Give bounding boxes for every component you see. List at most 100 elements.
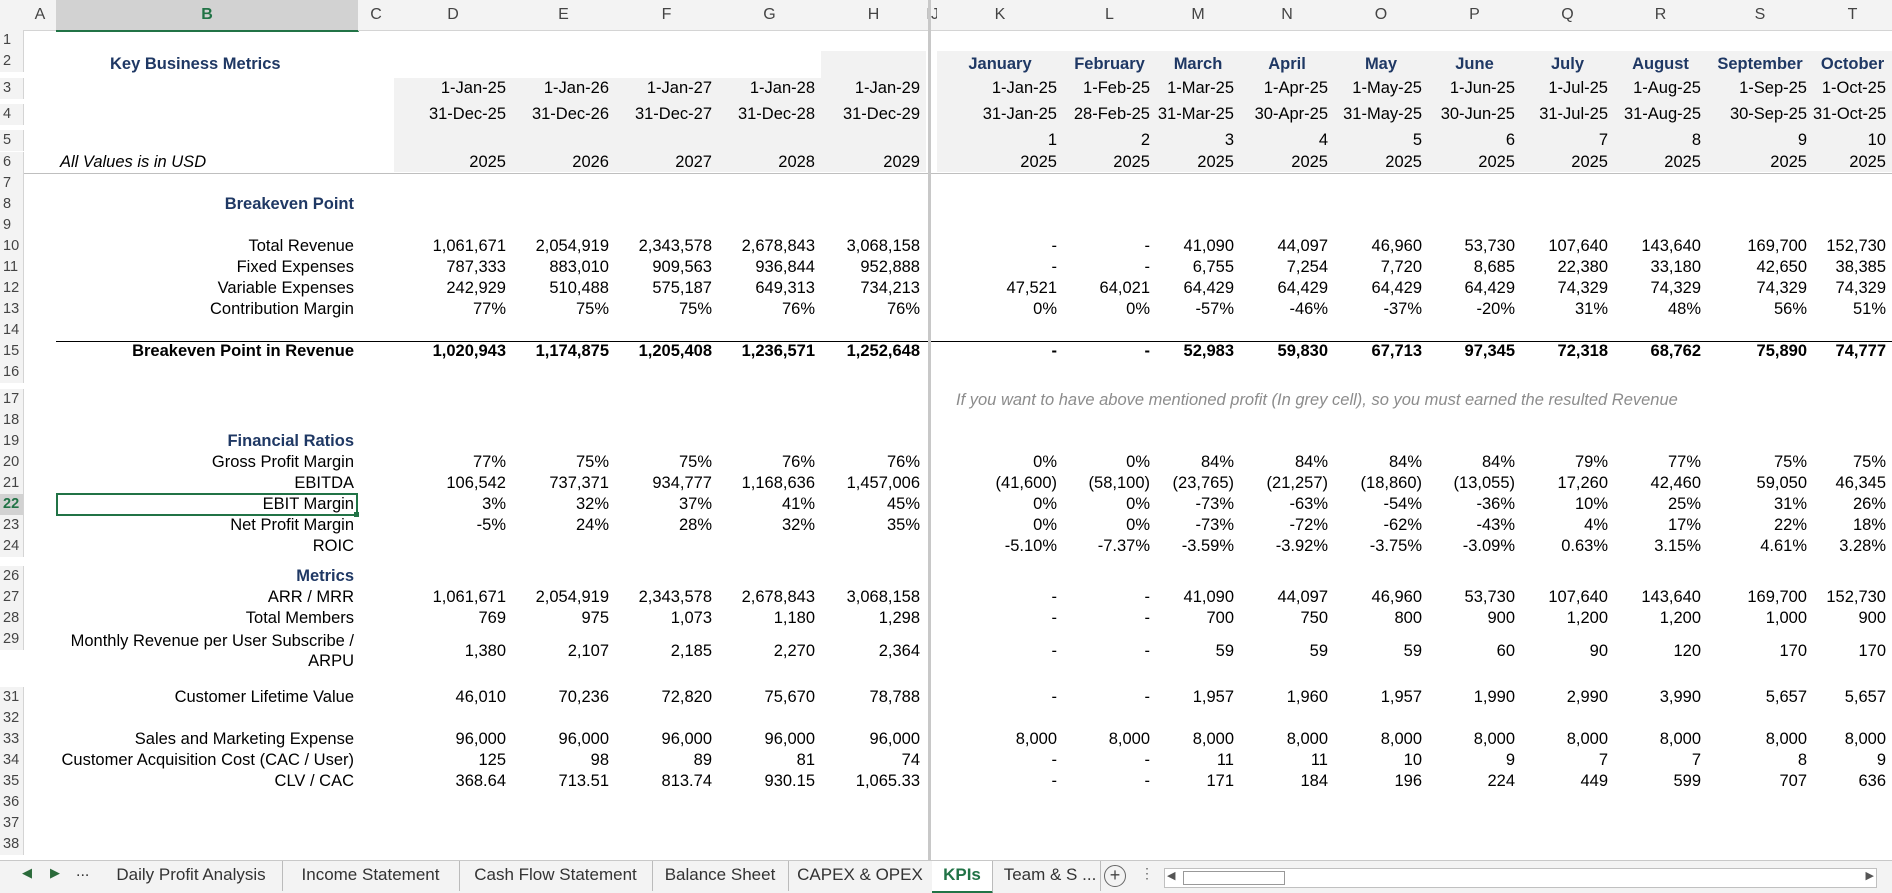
row-header-5[interactable]: 5: [0, 130, 24, 151]
year-value: 3,068,158: [846, 237, 920, 255]
month-value: (41,600): [995, 474, 1057, 492]
row-header-19[interactable]: 19: [0, 431, 24, 452]
spreadsheet[interactable]: ABCDEFGHIJKLMNOPQRST 1234567891011121314…: [0, 0, 1892, 893]
column-header-o[interactable]: O: [1334, 0, 1429, 31]
row-header-26[interactable]: 26: [0, 566, 24, 587]
row-header-10[interactable]: 10: [0, 236, 24, 257]
month-start-9: 1-Sep-25: [1739, 79, 1807, 97]
tab-scroll-right-icon[interactable]: ▶: [50, 865, 60, 881]
month-name-4: April: [1268, 55, 1306, 73]
column-header-k[interactable]: K: [937, 0, 1064, 31]
row-header-21[interactable]: 21: [0, 473, 24, 494]
month-value: -: [1051, 588, 1058, 606]
row-header-37[interactable]: 37: [0, 813, 24, 834]
row-header-29[interactable]: 29: [0, 629, 24, 650]
row-header-16[interactable]: 16: [0, 362, 24, 383]
column-header-t[interactable]: T: [1813, 0, 1892, 31]
row-header-33[interactable]: 33: [0, 729, 24, 750]
row-header-20[interactable]: 20: [0, 452, 24, 473]
row-header-38[interactable]: 38: [0, 834, 24, 855]
row-header-24[interactable]: 24: [0, 536, 24, 557]
add-sheet-button[interactable]: +: [1104, 865, 1126, 887]
row-header-6[interactable]: 6: [0, 152, 24, 173]
column-header-q[interactable]: Q: [1521, 0, 1615, 31]
row-header-9[interactable]: 9: [0, 215, 24, 236]
scroll-left-arrow-icon[interactable]: ◀: [1167, 869, 1175, 882]
row-header-32[interactable]: 32: [0, 708, 24, 729]
row-header-2[interactable]: 2: [0, 51, 24, 72]
sheet-tab-income-statement[interactable]: Income Statement: [282, 861, 460, 891]
row-header-7[interactable]: 7: [0, 173, 24, 194]
column-header-m[interactable]: M: [1156, 0, 1241, 31]
freeze-pane-divider[interactable]: [928, 0, 931, 860]
row-header-8[interactable]: 8: [0, 194, 24, 215]
column-header-p[interactable]: P: [1428, 0, 1522, 31]
sheet-tab-team-s[interactable]: Team & S ...: [1000, 861, 1101, 891]
month-index-3: 3: [1224, 131, 1234, 149]
horizontal-scrollbar[interactable]: ◀ ▶: [1164, 868, 1877, 888]
scrollbar-thumb[interactable]: [1183, 871, 1285, 885]
row-header-1[interactable]: 1: [0, 30, 24, 51]
month-value: 84%: [1294, 453, 1328, 471]
month-value: 0%: [1033, 300, 1057, 318]
row-header-11[interactable]: 11: [0, 257, 24, 278]
month-year-10: 2025: [1849, 153, 1886, 171]
scroll-right-arrow-icon[interactable]: ▶: [1866, 869, 1874, 882]
year-value: 32%: [575, 495, 609, 513]
column-header-l[interactable]: L: [1063, 0, 1157, 31]
sheet-tab-capex-opex[interactable]: CAPEX & OPEX: [788, 861, 933, 891]
column-header-e[interactable]: E: [512, 0, 616, 31]
row-header-4[interactable]: 4: [0, 104, 24, 125]
row-header-22[interactable]: 22: [0, 494, 24, 515]
month-value: 120: [1673, 642, 1701, 660]
selected-cell-b22[interactable]: [56, 493, 358, 516]
column-header-s[interactable]: S: [1707, 0, 1814, 31]
row-header-14[interactable]: 14: [0, 320, 24, 341]
column-header-d[interactable]: D: [394, 0, 513, 31]
row-header-36[interactable]: 36: [0, 792, 24, 813]
sheet-tab-daily-profit-analysis[interactable]: Daily Profit Analysis: [100, 861, 283, 891]
row-header-12[interactable]: 12: [0, 278, 24, 299]
tab-scroll-left-icon[interactable]: ◀: [22, 865, 32, 881]
column-header-h[interactable]: H: [821, 0, 927, 31]
row-header-23[interactable]: 23: [0, 515, 24, 536]
row-header-34[interactable]: 34: [0, 750, 24, 771]
sheet-tab-cash-flow-statement[interactable]: Cash Flow Statement: [459, 861, 653, 891]
month-start-8: 1-Aug-25: [1633, 79, 1701, 97]
column-header-f[interactable]: F: [615, 0, 719, 31]
month-value: 75%: [1773, 453, 1807, 471]
column-header-b[interactable]: B: [56, 0, 359, 32]
month-value: -36%: [1476, 495, 1515, 513]
column-header-a[interactable]: A: [24, 0, 57, 31]
column-header-c[interactable]: C: [358, 0, 395, 31]
month-value: 8,000: [1473, 730, 1515, 748]
month-index-4: 4: [1318, 131, 1328, 149]
sheet-tab-kpis[interactable]: KPIs: [932, 861, 993, 893]
year-value: 1,073: [670, 609, 712, 627]
sheet-tab-balance-sheet[interactable]: Balance Sheet: [652, 861, 789, 891]
row-header-15[interactable]: 15: [0, 341, 24, 362]
column-header-g[interactable]: G: [718, 0, 822, 31]
tab-splitter-icon[interactable]: ⋮: [1140, 865, 1154, 882]
row-header-17[interactable]: 17: [0, 389, 24, 410]
row-header-13[interactable]: 13: [0, 299, 24, 320]
year-value: 81: [796, 751, 815, 769]
row-header-3[interactable]: 3: [0, 78, 24, 99]
month-index-1: 1: [1047, 131, 1057, 149]
fill-handle[interactable]: [354, 512, 359, 517]
column-header-n[interactable]: N: [1240, 0, 1335, 31]
month-year-2: 2025: [1113, 153, 1150, 171]
row-header-28[interactable]: 28: [0, 608, 24, 629]
more-tabs-ellipsis[interactable]: ...: [76, 863, 89, 881]
select-all-corner[interactable]: [0, 0, 25, 31]
month-value: 90: [1589, 642, 1608, 660]
month-value: 46,960: [1371, 588, 1422, 606]
column-header-r[interactable]: R: [1614, 0, 1708, 31]
row-header-31[interactable]: 31: [0, 687, 24, 708]
month-value: 4.61%: [1760, 537, 1807, 555]
row-header-18[interactable]: 18: [0, 410, 24, 431]
row-header-27[interactable]: 27: [0, 587, 24, 608]
year-year-4: 2028: [778, 153, 815, 171]
month-value: 48%: [1667, 300, 1701, 318]
row-header-35[interactable]: 35: [0, 771, 24, 792]
